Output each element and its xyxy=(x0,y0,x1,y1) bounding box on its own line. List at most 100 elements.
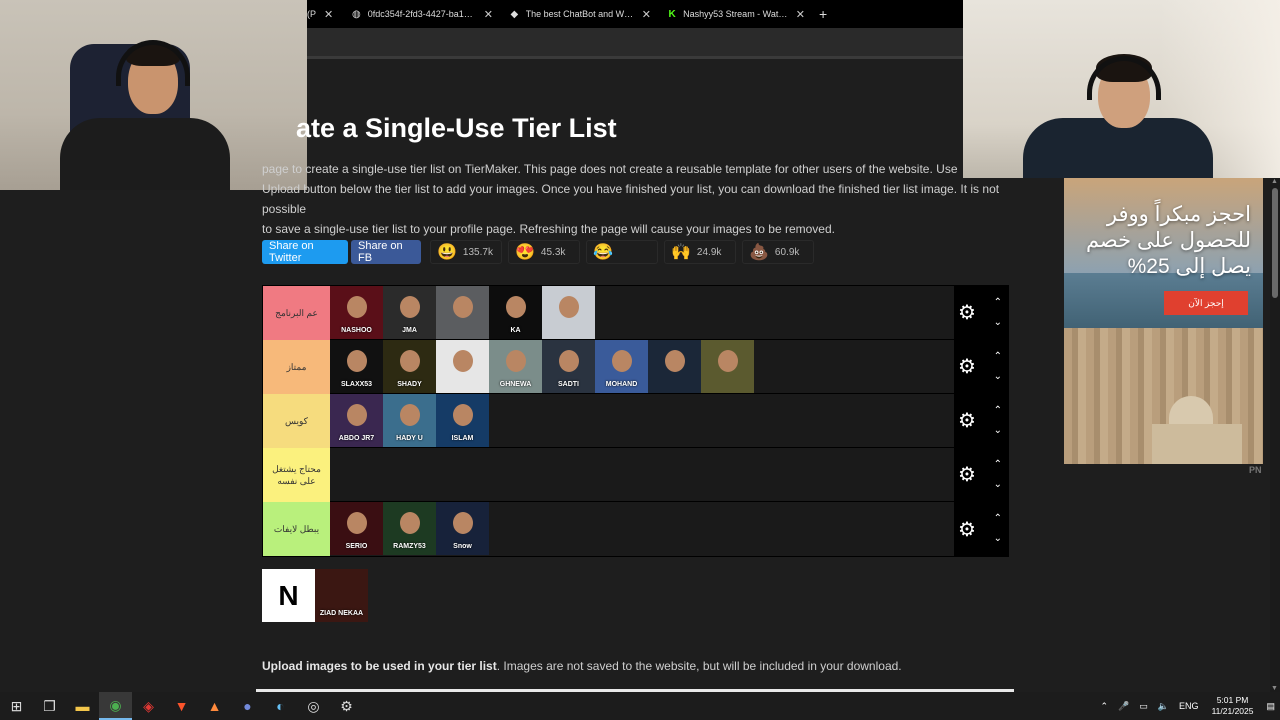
tier-items[interactable]: SLAXX53 SHADY GHNEWA SADTI MOHAND xyxy=(330,340,954,393)
tier-label[interactable]: يبطل لايفات xyxy=(263,502,330,556)
microphone-icon[interactable]: 🎤 xyxy=(1118,701,1129,712)
file-explorer-icon[interactable]: ▬ xyxy=(66,692,99,720)
chevron-up-icon[interactable]: ⌃ xyxy=(994,401,1002,421)
tile-caption: JMA xyxy=(402,327,417,334)
chevron-up-icon[interactable]: ⌃ xyxy=(994,509,1002,529)
avatar xyxy=(505,296,526,318)
move-arrows: ⌃ ⌄ xyxy=(994,401,1002,441)
new-tab-button[interactable]: + xyxy=(819,6,827,22)
clock[interactable]: 5:01 PM 11/21/2025 xyxy=(1212,695,1254,717)
close-icon[interactable]: ✕ xyxy=(484,8,493,21)
tier-item-image[interactable]: JMA xyxy=(383,286,436,339)
tier-item-image[interactable]: ISLAM xyxy=(436,394,489,447)
chevron-down-icon[interactable]: ⌄ xyxy=(994,421,1002,441)
browser-tab-3[interactable]: K Nashyy53 Stream - Watch Live ✕ xyxy=(659,0,813,28)
app2-icon[interactable]: ▲ xyxy=(198,692,231,720)
chevron-up-icon[interactable]: ⌃ xyxy=(994,347,1002,367)
browser-tab-1[interactable]: ◍ 0fdc354f-2fd3-4427-ba17-c3f5 ✕ xyxy=(343,0,501,28)
volume-icon[interactable]: 🔈 xyxy=(1158,701,1169,712)
settings-icon[interactable]: ⚙ xyxy=(330,692,363,720)
tier-item-image[interactable] xyxy=(542,286,595,339)
language-indicator[interactable]: ENG xyxy=(1179,701,1199,711)
gear-icon[interactable]: ⚙ xyxy=(958,408,976,433)
tile-caption: MOHAND xyxy=(605,381,638,388)
chevron-down-icon[interactable]: ⌄ xyxy=(994,313,1002,333)
tier-item-image[interactable]: SERIO xyxy=(330,502,383,555)
tier-controls: ⚙ ⌃ ⌄ xyxy=(954,448,1008,501)
tier-items[interactable]: NASHOO JMA KA xyxy=(330,286,954,339)
tier-item-image[interactable] xyxy=(648,340,701,393)
address-bar[interactable] xyxy=(307,28,963,56)
tier-item-image[interactable] xyxy=(436,340,489,393)
chevron-up-icon[interactable]: ⌃ xyxy=(994,455,1002,475)
chevron-up-icon[interactable]: ⌃ xyxy=(994,293,1002,313)
tier-item-image[interactable]: MOHAND xyxy=(595,340,648,393)
task-view-icon[interactable]: ❐ xyxy=(33,692,66,720)
scroll-thumb[interactable] xyxy=(1272,188,1278,298)
page-scrollbar[interactable]: ▲ ▼ xyxy=(1270,178,1280,692)
advertisement[interactable]: احجز مبكراً ووفر للحصول على خصم يصل إلى … xyxy=(1064,178,1263,464)
tier-item-image[interactable]: KA xyxy=(489,286,542,339)
chevron-down-icon[interactable]: ⌄ xyxy=(994,367,1002,387)
brave-icon[interactable]: ▼ xyxy=(165,692,198,720)
gear-icon[interactable]: ⚙ xyxy=(958,462,976,487)
tier-item-image[interactable]: GHNEWA xyxy=(489,340,542,393)
gear-icon[interactable]: ⚙ xyxy=(958,354,976,379)
tier-label[interactable]: ممتاز xyxy=(263,340,330,394)
clock-date: 11/21/2025 xyxy=(1211,706,1254,716)
pool-item-image[interactable]: ZIAD NEKAA xyxy=(315,569,368,622)
tier-label[interactable]: كويس xyxy=(263,394,330,448)
upload-instructions: Upload images to be used in your tier li… xyxy=(262,659,902,673)
tile-caption: SADTI xyxy=(558,381,579,388)
chevron-down-icon[interactable]: ⌄ xyxy=(994,475,1002,495)
obs-icon[interactable]: ◎ xyxy=(297,692,330,720)
tile-caption: NASHOO xyxy=(341,327,372,334)
network-icon[interactable]: ▭ xyxy=(1139,701,1148,712)
tier-item-image[interactable]: RAMZY53 xyxy=(383,502,436,555)
browser-tab-2[interactable]: ◆ The best ChatBot and Widgets ✕ xyxy=(501,0,659,28)
share-fb-button[interactable]: Share on FB xyxy=(351,240,421,264)
tier-label[interactable]: عم البرنامج xyxy=(263,286,330,340)
tier-items[interactable]: SERIO RAMZY53 Snow xyxy=(330,502,954,556)
reaction-button[interactable]: 😂 xyxy=(586,240,658,264)
chrome-icon[interactable]: ◉ xyxy=(99,692,132,720)
tier-items[interactable] xyxy=(330,448,954,501)
tier-label[interactable]: محتاج يشتغل على نفسه xyxy=(263,448,330,502)
tier-item-image[interactable]: ABDO JR7 xyxy=(330,394,383,447)
ad-cta-button[interactable]: إحجز الآن xyxy=(1164,291,1248,315)
tier-item-image[interactable]: SHADY xyxy=(383,340,436,393)
clock-time: 5:01 PM xyxy=(1216,695,1249,705)
app-icon[interactable]: ◈ xyxy=(132,692,165,720)
tier-item-image[interactable] xyxy=(701,340,754,393)
pool-item-image[interactable]: N xyxy=(262,569,315,622)
share-twitter-button[interactable]: Share on Twitter xyxy=(262,240,348,264)
reaction-button[interactable]: 😃 135.7k xyxy=(430,240,502,264)
image-pool: N ZIAD NEKAA xyxy=(262,569,368,622)
tier-item-image[interactable]: NASHOO xyxy=(330,286,383,339)
steam-icon[interactable]: ◐ xyxy=(264,692,297,720)
browser-tab-0[interactable]: (P ✕ xyxy=(307,0,343,28)
reaction-button[interactable]: 😍 45.3k xyxy=(508,240,580,264)
gear-icon[interactable]: ⚙ xyxy=(958,300,976,325)
tier-item-image[interactable]: SLAXX53 xyxy=(330,340,383,393)
tier-item-image[interactable]: HADY U xyxy=(383,394,436,447)
notification-icon[interactable]: ▤ xyxy=(1266,701,1275,712)
chevron-up-icon[interactable]: ⌃ xyxy=(1101,701,1109,712)
tier-items[interactable]: ABDO JR7 HADY U ISLAM xyxy=(330,394,954,447)
tier-item-image[interactable]: Snow xyxy=(436,502,489,555)
close-icon[interactable]: ✕ xyxy=(642,8,651,21)
close-icon[interactable]: ✕ xyxy=(324,8,333,21)
chevron-down-icon[interactable]: ⌄ xyxy=(994,529,1002,549)
scroll-down-icon[interactable]: ▼ xyxy=(1271,685,1278,692)
tile-caption: ABDO JR7 xyxy=(338,435,375,442)
reaction-button[interactable]: 💩 60.9k xyxy=(742,240,814,264)
windows-icon[interactable]: ⊞ xyxy=(0,692,33,720)
tier-item-image[interactable]: SADTI xyxy=(542,340,595,393)
tier-item-image[interactable] xyxy=(436,286,489,339)
close-icon[interactable]: ✕ xyxy=(796,8,805,21)
reaction-button[interactable]: 🙌 24.9k xyxy=(664,240,736,264)
discord-icon[interactable]: ● xyxy=(231,692,264,720)
scroll-up-icon[interactable]: ▲ xyxy=(1271,178,1278,185)
description-line: Upload button below the tier list to add… xyxy=(262,182,1000,216)
gear-icon[interactable]: ⚙ xyxy=(958,517,976,542)
